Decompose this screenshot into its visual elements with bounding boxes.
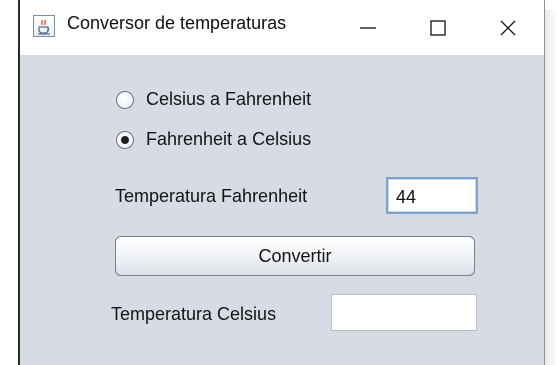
screenshot-frame: Conversor de temperaturas Celsius a Fahr… bbox=[0, 0, 557, 365]
convert-button[interactable]: Convertir bbox=[115, 236, 475, 276]
radio-fahrenheit-to-celsius[interactable]: Fahrenheit a Celsius bbox=[116, 129, 311, 150]
window-content: Celsius a Fahrenheit Fahrenheit a Celsiu… bbox=[20, 55, 544, 365]
close-icon bbox=[500, 20, 516, 35]
window-shadow bbox=[543, 10, 557, 365]
celsius-temperature-label: Temperatura Celsius bbox=[111, 304, 277, 324]
converter-window: Conversor de temperaturas Celsius a Fahr… bbox=[20, 0, 545, 365]
minimize-icon bbox=[360, 26, 376, 29]
radio-button-selected[interactable] bbox=[116, 130, 134, 149]
java-cup-icon[interactable] bbox=[33, 15, 55, 37]
maximize-button[interactable] bbox=[403, 0, 473, 55]
title-bar[interactable]: Conversor de temperaturas bbox=[20, 0, 544, 55]
celsius-temperature-output[interactable] bbox=[331, 294, 477, 331]
window-title: Conversor de temperaturas bbox=[67, 13, 287, 33]
fahrenheit-temperature-input[interactable]: 44 bbox=[386, 177, 478, 214]
fahrenheit-temperature-label: Temperatura Fahrenheit bbox=[115, 186, 308, 206]
radio-celsius-to-fahrenheit[interactable]: Celsius a Fahrenheit bbox=[116, 89, 311, 110]
minimize-button[interactable] bbox=[333, 0, 403, 55]
radio-label-fahrenheit-to-celsius: Fahrenheit a Celsius bbox=[146, 129, 312, 149]
radio-label-celsius-to-fahrenheit: Celsius a Fahrenheit bbox=[146, 89, 312, 109]
radio-selected-dot bbox=[121, 135, 129, 144]
maximize-icon bbox=[430, 19, 446, 36]
close-button[interactable] bbox=[473, 0, 543, 55]
radio-button-unselected[interactable] bbox=[116, 90, 134, 109]
